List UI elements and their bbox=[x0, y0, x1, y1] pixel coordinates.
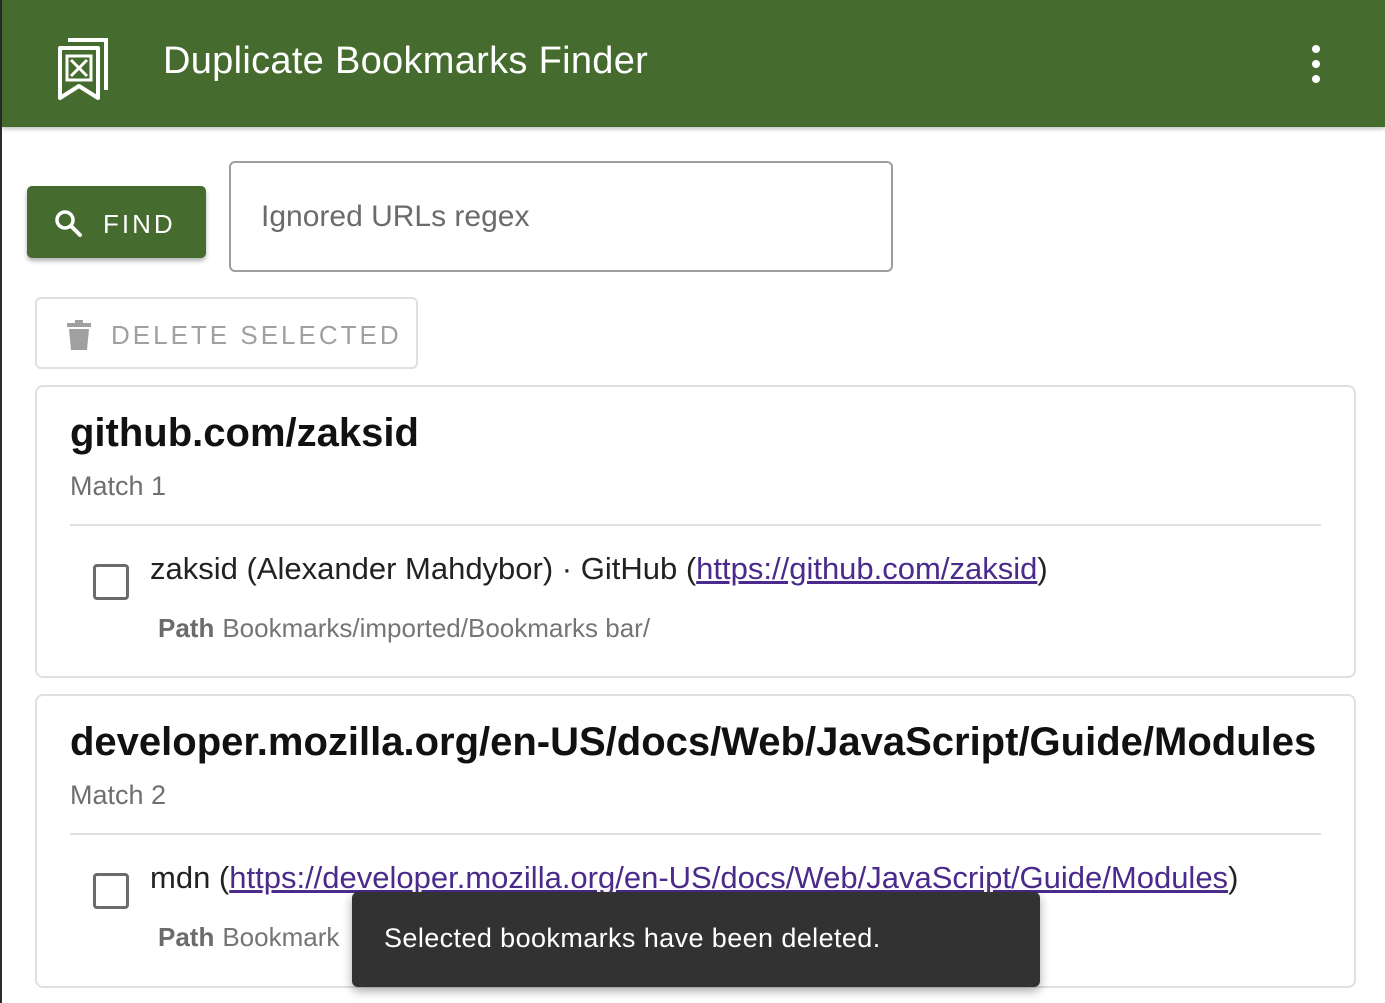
bookmark-path: Path Bookmarks/imported/Bookmarks bar/ bbox=[158, 613, 650, 644]
delete-selected-button[interactable]: DELETE SELECTED bbox=[35, 297, 418, 369]
snackbar-message: Selected bookmarks have been deleted. bbox=[384, 923, 881, 953]
bookmark-checkbox[interactable] bbox=[93, 873, 129, 909]
path-value: Bookmarks/imported/Bookmarks bar/ bbox=[222, 613, 651, 643]
bookmark-title: mdn bbox=[150, 860, 211, 895]
match-subtitle: Match 2 bbox=[70, 780, 167, 810]
divider bbox=[70, 833, 1321, 835]
delete-selected-label: DELETE SELECTED bbox=[111, 320, 402, 350]
bookmark-checkbox[interactable] bbox=[93, 564, 129, 600]
snackbar: Selected bookmarks have been deleted. bbox=[352, 892, 1040, 987]
divider bbox=[70, 524, 1321, 526]
find-button-label: FIND bbox=[103, 209, 176, 239]
bookmark-entry: mdn (https://developer.mozilla.org/en-US… bbox=[150, 860, 1239, 895]
bookmark-url-link[interactable]: https://developer.mozilla.org/en-US/docs… bbox=[229, 860, 1228, 895]
bookmark-entry: zaksid (Alexander Mahdybor) · GitHub (ht… bbox=[150, 551, 1048, 586]
app-page: Duplicate Bookmarks Finder FIND DELETE S… bbox=[0, 0, 1385, 1003]
match-subtitle: Match 1 bbox=[70, 471, 167, 501]
bookmark-title: zaksid (Alexander Mahdybor) · GitHub bbox=[150, 551, 678, 586]
match-heading: github.com/zaksid bbox=[70, 411, 419, 455]
ignored-urls-regex-input[interactable] bbox=[229, 161, 893, 272]
match-card: github.com/zaksid Match 1 zaksid (Alexan… bbox=[35, 385, 1356, 678]
path-label: Path bbox=[158, 922, 215, 952]
more-vertical-icon[interactable] bbox=[1292, 38, 1340, 90]
path-label: Path bbox=[158, 613, 215, 643]
trash-icon bbox=[67, 320, 91, 350]
bookmark-x-icon bbox=[58, 38, 108, 100]
find-button[interactable]: FIND bbox=[27, 186, 206, 258]
bookmark-path: Path Bookmark bbox=[158, 922, 339, 953]
bookmark-url-link[interactable]: https://github.com/zaksid bbox=[696, 551, 1037, 586]
path-value: Bookmark bbox=[222, 922, 340, 952]
search-icon bbox=[55, 210, 82, 237]
app-title: Duplicate Bookmarks Finder bbox=[163, 40, 649, 82]
app-bar: Duplicate Bookmarks Finder bbox=[2, 0, 1385, 127]
match-heading: developer.mozilla.org/en-US/docs/Web/Jav… bbox=[70, 720, 1317, 764]
